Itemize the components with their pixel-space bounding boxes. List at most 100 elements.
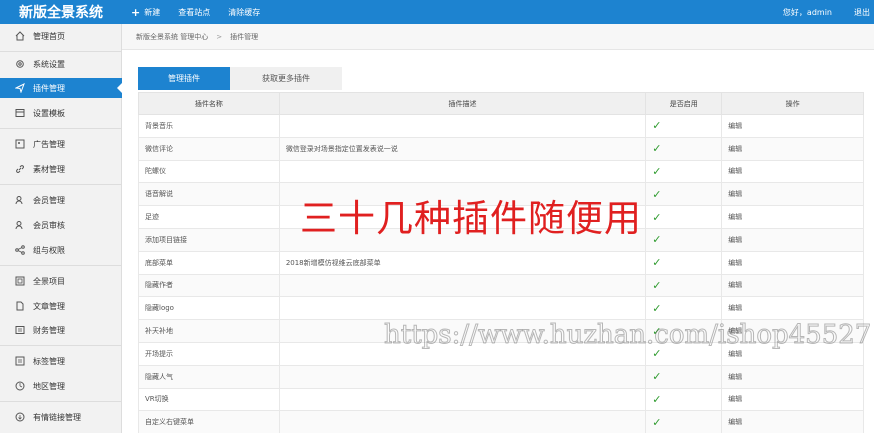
sidebar-item-system-settings[interactable]: 系统设置 <box>0 54 122 74</box>
plugin-description-cell <box>278 114 647 138</box>
edit-link[interactable]: 编辑 <box>728 259 742 267</box>
plugin-enabled-cell[interactable]: ✓ <box>645 250 723 275</box>
sidebar-item-panorama[interactable]: 全景项目 <box>0 271 122 291</box>
plugin-enabled-cell[interactable]: ✓ <box>645 341 723 366</box>
plugin-name-cell: 补天补地 <box>138 319 280 343</box>
check-icon[interactable]: ✓ <box>652 416 661 429</box>
check-icon[interactable]: ✓ <box>652 119 661 132</box>
plugin-description-cell <box>278 159 647 184</box>
sidebar-item-regions[interactable]: 地区管理 <box>0 376 122 396</box>
check-icon[interactable]: ✓ <box>652 302 661 315</box>
plugin-action-cell: 编辑 <box>721 364 864 389</box>
edit-link[interactable]: 编辑 <box>728 122 742 130</box>
edit-link[interactable]: 编辑 <box>728 281 742 289</box>
tab-manage-plugins[interactable]: 管理插件 <box>138 67 230 90</box>
sidebar-item-members[interactable]: 会员管理 <box>0 190 122 210</box>
ad-icon <box>14 139 25 150</box>
breadcrumb-root[interactable]: 新版全景系统 管理中心 <box>136 32 208 42</box>
plugin-action-cell: 编辑 <box>721 250 864 275</box>
check-icon[interactable]: ✓ <box>652 256 661 269</box>
check-icon[interactable]: ✓ <box>652 188 661 201</box>
plugin-name-cell: 微信评论 <box>138 136 280 161</box>
edit-link[interactable]: 编辑 <box>728 418 742 426</box>
sidebar-item-articles[interactable]: 文章管理 <box>0 296 122 316</box>
edit-link[interactable]: 编辑 <box>728 190 742 198</box>
sidebar-item-materials[interactable]: 素材管理 <box>0 159 122 179</box>
sidebar-item-plugins[interactable]: 插件管理 <box>0 78 123 98</box>
plugin-enabled-cell[interactable]: ✓ <box>645 114 723 138</box>
sidebar-item-label: 会员审核 <box>33 220 65 230</box>
plugin-enabled-cell[interactable]: ✓ <box>645 364 723 389</box>
plugin-description-cell: 2018新增模仿视维云底部菜单 <box>278 250 647 275</box>
plugin-name-cell: 隐藏作者 <box>138 273 280 298</box>
table-row: 背景音乐 ✓ 编辑 <box>138 114 864 138</box>
sidebar-item-label: 标签管理 <box>33 356 65 366</box>
tab-more-plugins[interactable]: 获取更多插件 <box>230 67 342 90</box>
sidebar-divider <box>0 128 122 129</box>
check-icon[interactable]: ✓ <box>652 370 661 383</box>
plugin-name-cell: 底部菜单 <box>138 250 280 275</box>
edit-link[interactable]: 编辑 <box>728 167 742 175</box>
check-icon[interactable]: ✓ <box>652 142 661 155</box>
plugin-action-cell: 编辑 <box>721 296 864 321</box>
logout-link[interactable]: 退出 <box>854 7 870 18</box>
plugin-enabled-cell[interactable]: ✓ <box>645 205 723 229</box>
plugin-description-cell <box>278 273 647 298</box>
column-header-name: 插件名称 <box>138 92 280 115</box>
plugin-enabled-cell[interactable]: ✓ <box>645 182 723 207</box>
sidebar-item-tags[interactable]: 标签管理 <box>0 351 122 371</box>
edit-link[interactable]: 编辑 <box>728 327 742 335</box>
edit-link[interactable]: 编辑 <box>728 304 742 312</box>
sidebar-divider <box>0 184 122 185</box>
table-row: VR切换 ✓ 编辑 <box>138 387 864 412</box>
plugin-description-cell <box>278 387 647 412</box>
table-header-row: 插件名称 插件描述 是否启用 操作 <box>138 92 864 115</box>
edit-link[interactable]: 编辑 <box>728 213 742 221</box>
check-icon[interactable]: ✓ <box>652 211 661 224</box>
plugin-enabled-cell[interactable]: ✓ <box>645 296 723 321</box>
edit-link[interactable]: 编辑 <box>728 236 742 244</box>
edit-link[interactable]: 编辑 <box>728 350 742 358</box>
plugin-description-cell <box>278 205 647 229</box>
sidebar-item-member-review[interactable]: 会员审核 <box>0 215 122 235</box>
plugin-description-cell <box>278 364 647 389</box>
plugin-enabled-cell[interactable]: ✓ <box>645 159 723 184</box>
check-icon[interactable]: ✓ <box>652 347 661 360</box>
view-site-link[interactable]: 查看站点 <box>169 0 219 24</box>
clear-cache-link[interactable]: 清除缓存 <box>219 0 269 24</box>
plugin-enabled-cell[interactable]: ✓ <box>645 319 723 343</box>
plugin-enabled-cell[interactable]: ✓ <box>645 227 723 252</box>
plugin-name-cell: 隐藏人气 <box>138 364 280 389</box>
plugin-enabled-cell[interactable]: ✓ <box>645 410 723 433</box>
plugin-enabled-cell[interactable]: ✓ <box>645 136 723 161</box>
plugin-name-cell: 自定义右键菜单 <box>138 410 280 433</box>
check-icon[interactable]: ✓ <box>652 393 661 406</box>
new-button[interactable]: + 新建 <box>122 0 169 24</box>
edit-link[interactable]: 编辑 <box>728 373 742 381</box>
sidebar-item-home[interactable]: 管理首页 <box>0 26 122 46</box>
sidebar-item-groups[interactable]: 组与权限 <box>0 240 122 260</box>
sidebar-item-finance[interactable]: 财务管理 <box>0 320 122 340</box>
sidebar-item-label: 系统设置 <box>33 59 65 69</box>
breadcrumb-current: 插件管理 <box>230 32 259 41</box>
plugin-name-cell: 添加项目链接 <box>138 227 280 252</box>
column-header-action: 操作 <box>721 92 864 115</box>
check-icon[interactable]: ✓ <box>652 165 661 178</box>
sidebar-item-friend-links[interactable]: 有情链接管理 <box>0 407 122 427</box>
plugin-enabled-cell[interactable]: ✓ <box>645 387 723 412</box>
top-bar: 新版全景系统 + 新建 查看站点 清除缓存 您好，admin 退出 <box>0 0 874 24</box>
finance-icon <box>14 325 25 336</box>
plugin-action-cell: 编辑 <box>721 273 864 298</box>
check-icon[interactable]: ✓ <box>652 233 661 246</box>
plugin-enabled-cell[interactable]: ✓ <box>645 273 723 298</box>
check-icon[interactable]: ✓ <box>652 325 661 338</box>
plugin-name-cell: 足迹 <box>138 205 280 229</box>
sidebar-item-label: 广告管理 <box>33 139 65 149</box>
sidebar-item-ads[interactable]: 广告管理 <box>0 134 122 154</box>
sidebar-item-templates[interactable]: 设置模板 <box>0 103 122 123</box>
edit-link[interactable]: 编辑 <box>728 145 742 153</box>
edit-link[interactable]: 编辑 <box>728 395 742 403</box>
user-check-icon <box>14 220 25 231</box>
check-icon[interactable]: ✓ <box>652 279 661 292</box>
table-row: 陀螺仪 ✓ 编辑 <box>138 159 864 184</box>
